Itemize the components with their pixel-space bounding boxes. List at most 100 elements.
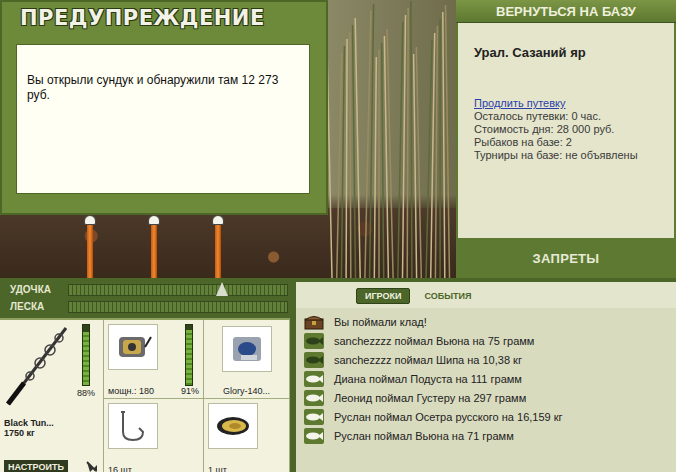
event-text: Руслан поймал Вьюна на 71 грамм bbox=[334, 430, 514, 442]
base-stat: Рыбаков на базе: 2 bbox=[474, 136, 666, 149]
condition-fill bbox=[186, 330, 192, 385]
warning-title: ПРЕДУПРЕЖДЕНИЕ bbox=[14, 6, 314, 36]
warning-message-box: Вы открыли сундук и обнаружили там 12 27… bbox=[16, 44, 310, 194]
rod-name: Black Tun... bbox=[4, 418, 99, 428]
event-icon-box bbox=[304, 409, 324, 425]
event-row: Диана поймал Подуста на 111 грамм bbox=[304, 369, 676, 388]
lake-scene: ПРЕДУПРЕЖДЕНИЕ Вы открыли сундук и обнару… bbox=[0, 0, 456, 278]
reel-texts: мощн.: 180 91% bbox=[108, 386, 199, 396]
rod-actions: НАСТРОИТЬ bbox=[4, 460, 99, 472]
chest-icon bbox=[304, 314, 324, 330]
bans-button[interactable]: ЗАПРЕТЫ bbox=[456, 238, 676, 278]
line-slot[interactable]: Glory-140... bbox=[204, 320, 290, 399]
bell-icon bbox=[148, 215, 160, 225]
event-icon-box bbox=[304, 352, 324, 368]
tension-track bbox=[68, 301, 288, 313]
bell-icon bbox=[212, 215, 224, 225]
reel-condition bbox=[185, 324, 193, 386]
extend-permit-link[interactable]: Продлить путевку bbox=[474, 97, 666, 110]
bait-image bbox=[208, 403, 258, 449]
event-text: sanchezzzz поймал Вьюна на 75 грамм bbox=[334, 335, 534, 347]
condition-fill bbox=[83, 332, 89, 385]
event-icon-box bbox=[304, 371, 324, 387]
stick bbox=[87, 225, 93, 278]
rod-holder[interactable] bbox=[84, 215, 96, 278]
event-icon-box bbox=[304, 333, 324, 349]
rod-icon bbox=[4, 324, 70, 408]
rod-slot[interactable]: 88% Black Tun...1750 кг НАСТРОИТЬ bbox=[0, 320, 104, 472]
gear-slots: 88% Black Tun...1750 кг НАСТРОИТЬ мощн.: 18… bbox=[0, 318, 290, 472]
base-stat: Турниры на базе: не объявлены bbox=[474, 149, 666, 162]
event-row: sanchezzzz поймал Шипа на 10,38 кг bbox=[304, 350, 676, 369]
reel-image bbox=[108, 324, 158, 370]
rod-holders bbox=[0, 215, 328, 278]
top-area: ПРЕДУПРЕЖДЕНИЕ Вы открыли сундук и обнару… bbox=[0, 0, 676, 278]
fish-icon bbox=[305, 411, 323, 423]
bell-icon bbox=[84, 215, 96, 225]
mussel-icon bbox=[213, 408, 253, 444]
stick bbox=[215, 225, 221, 278]
event-row: Руслан поймал Вьюна на 71 грамм bbox=[304, 426, 676, 445]
event-list: Вы поймали клад! sanchezzzz поймал Вьюна … bbox=[296, 308, 676, 445]
event-text: Вы поймали клад! bbox=[334, 316, 427, 328]
line-name: Glory-140... bbox=[223, 386, 270, 396]
base-stat: Стоимость дня: 28 000 руб. bbox=[474, 123, 666, 136]
warning-dialog: ПРЕДУПРЕЖДЕНИЕ Вы открыли сундук и обнару… bbox=[0, 0, 328, 215]
tension-bars: УДОЧКА ЛЕСКА bbox=[0, 278, 290, 318]
condition-track bbox=[185, 324, 193, 386]
hook-slot[interactable]: 16 шт. bbox=[104, 399, 204, 472]
event-icon-box bbox=[304, 390, 324, 406]
rod-condition: 88% bbox=[77, 324, 95, 398]
event-text: Диана поймал Подуста на 111 грамм bbox=[334, 373, 522, 385]
line-image bbox=[222, 326, 272, 372]
event-row: Вы поймали клад! bbox=[304, 312, 676, 331]
tab[interactable]: ИГРОКИ bbox=[356, 288, 410, 304]
return-to-base-button[interactable]: ВЕРНУТЬСЯ НА БАЗУ bbox=[456, 0, 676, 23]
hook-count: 16 шт. bbox=[108, 465, 199, 472]
bottom-area: УДОЧКА ЛЕСКА 88% Black Tun...1750 кг НАСТРОИ… bbox=[0, 278, 676, 472]
base-panel: ВЕРНУТЬСЯ НА БАЗУ Урал. Сазаний яр Продлит… bbox=[456, 0, 676, 278]
resize-arrow-icon bbox=[85, 460, 99, 472]
base-stat: Осталось путевки: 0 час. bbox=[474, 110, 666, 123]
reeds-picture bbox=[328, 0, 456, 278]
tab[interactable]: СОБЫТИЯ bbox=[416, 289, 479, 303]
tension-marker bbox=[216, 282, 228, 296]
reel-icon bbox=[113, 329, 153, 365]
rod-holder[interactable] bbox=[212, 215, 224, 278]
hook-icon bbox=[113, 408, 153, 444]
reel-condition-text: 91% bbox=[181, 386, 199, 396]
stick bbox=[151, 225, 157, 278]
event-icon-box bbox=[304, 428, 324, 444]
event-text: sanchezzzz поймал Шипа на 10,38 кг bbox=[334, 354, 522, 366]
gear-panel: УДОЧКА ЛЕСКА 88% Black Tun...1750 кг НАСТРОИ… bbox=[0, 278, 290, 472]
events-panel: ИГРОКИ СОБЫТИЯ Вы поймали клад! sanchezzzz … bbox=[296, 282, 676, 472]
base-info: Урал. Сазаний яр Продлить путевкуОсталось… bbox=[458, 23, 674, 238]
bait-slot[interactable]: 1 шт. bbox=[204, 399, 290, 472]
tension-row: УДОЧКА bbox=[0, 283, 290, 296]
condition-track bbox=[82, 324, 90, 386]
rod-capacity: 1750 кг bbox=[4, 428, 99, 438]
tab-bar: ИГРОКИ СОБЫТИЯ bbox=[296, 282, 676, 308]
tension-label: УДОЧКА bbox=[0, 284, 68, 295]
configure-button[interactable]: НАСТРОИТЬ bbox=[4, 460, 68, 472]
reel-power: мощн.: 180 bbox=[108, 386, 154, 396]
event-row: sanchezzzz поймал Вьюна на 75 грамм bbox=[304, 331, 676, 350]
location-name: Урал. Сазаний яр bbox=[474, 45, 666, 60]
tension-row: ЛЕСКА bbox=[0, 300, 290, 313]
rod-holder[interactable] bbox=[148, 215, 160, 278]
event-text: Леонид поймал Густеру на 297 грамм bbox=[334, 392, 526, 404]
hook-image bbox=[108, 403, 158, 449]
fish-icon bbox=[305, 354, 323, 366]
rod-condition-text: 88% bbox=[77, 388, 95, 398]
event-row: Леонид поймал Густеру на 297 грамм bbox=[304, 388, 676, 407]
fish-icon bbox=[305, 373, 323, 385]
fish-icon bbox=[305, 430, 323, 442]
reel-slot[interactable]: мощн.: 180 91% bbox=[104, 320, 204, 399]
event-row: Руслан поймал Осетра русского на 16,159 … bbox=[304, 407, 676, 426]
tension-label: ЛЕСКА bbox=[0, 301, 68, 312]
gear-grid: мощн.: 180 91% Glory-140... 16 шт. 1 шт. bbox=[104, 320, 290, 472]
event-icon-box bbox=[304, 314, 324, 330]
fish-icon bbox=[305, 392, 323, 404]
warning-message: Вы открыли сундук и обнаружили там 12 27… bbox=[27, 73, 287, 103]
event-text: Руслан поймал Осетра русского на 16,159 … bbox=[334, 411, 563, 423]
